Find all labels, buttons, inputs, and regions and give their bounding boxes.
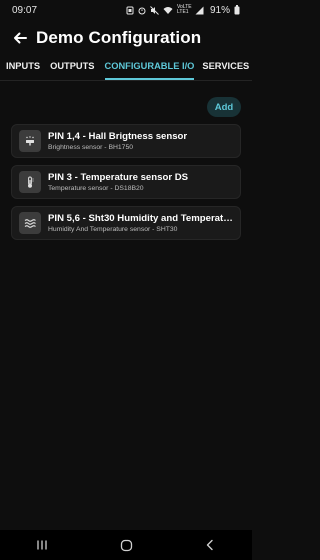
sensor-card-temperature[interactable]: PIN 3 - Temperature sensor DS Temperatur… <box>11 165 241 199</box>
sensor-card-humidity[interactable]: PIN 5,6 - Sht30 Humidity and Temperature… <box>11 206 241 240</box>
sensor-card-brightness[interactable]: PIN 1,4 - Hall Brigtness sensor Brightne… <box>11 124 241 158</box>
sensor-subtitle: Brightness sensor - BH1750 <box>48 144 134 151</box>
status-bar: 09:07 VoLTE LTE1 91% <box>0 0 252 20</box>
add-button[interactable]: Add <box>207 97 241 117</box>
status-time: 09:07 <box>12 4 38 16</box>
wifi-icon <box>163 6 173 14</box>
back-button[interactable] <box>195 533 225 557</box>
sensor-title: PIN 1,4 - Hall Brigtness sensor <box>48 131 188 142</box>
card-text: PIN 3 - Temperature sensor DS Temperatur… <box>48 172 240 192</box>
sensor-title: PIN 5,6 - Sht30 Humidity and Temperature… <box>48 213 234 224</box>
battery-percentage: 91% <box>209 4 230 16</box>
recent-apps-icon <box>37 540 47 550</box>
home-button[interactable] <box>111 533 141 557</box>
network-type: VoLTE LTE1 <box>176 4 192 15</box>
battery-icon <box>234 5 240 15</box>
card-text: PIN 5,6 - Sht30 Humidity and Temperature… <box>48 213 240 233</box>
system-nav-bar <box>0 530 252 560</box>
sensor-title: PIN 3 - Temperature sensor DS <box>48 172 189 183</box>
tab-inputs[interactable]: INPUTS <box>6 58 40 80</box>
tab-services[interactable]: SERVICES <box>202 58 249 80</box>
tab-bar: INPUTS OUTPUTS CONFIGURABLE I/O SERVICES <box>0 58 252 80</box>
app-header: Demo Configuration <box>0 24 252 52</box>
alarm-icon <box>138 7 146 14</box>
tabs-divider <box>0 80 252 81</box>
tab-outputs[interactable]: OUTPUTS <box>50 58 94 80</box>
mute-icon <box>150 5 159 15</box>
sensor-subtitle: Temperature sensor - DS18B20 <box>48 185 144 192</box>
back-arrow-icon[interactable] <box>12 30 28 46</box>
status-icons: VoLTE LTE1 91% <box>126 5 240 16</box>
home-icon <box>120 539 132 551</box>
sensor-subtitle: Humidity And Temperature sensor - SHT30 <box>48 226 178 233</box>
recent-apps-button[interactable] <box>27 533 57 557</box>
card-text: PIN 1,4 - Hall Brigtness sensor Brightne… <box>48 131 240 151</box>
notification-icon <box>126 6 134 14</box>
brightness-icon <box>19 130 41 152</box>
back-chevron-icon <box>206 539 213 551</box>
humidity-waves-icon <box>19 212 41 234</box>
signal-icon <box>195 6 204 14</box>
tab-configurable-io[interactable]: CONFIGURABLE I/O <box>104 58 194 80</box>
page-title: Demo Configuration <box>36 28 202 47</box>
thermometer-icon <box>19 171 41 193</box>
